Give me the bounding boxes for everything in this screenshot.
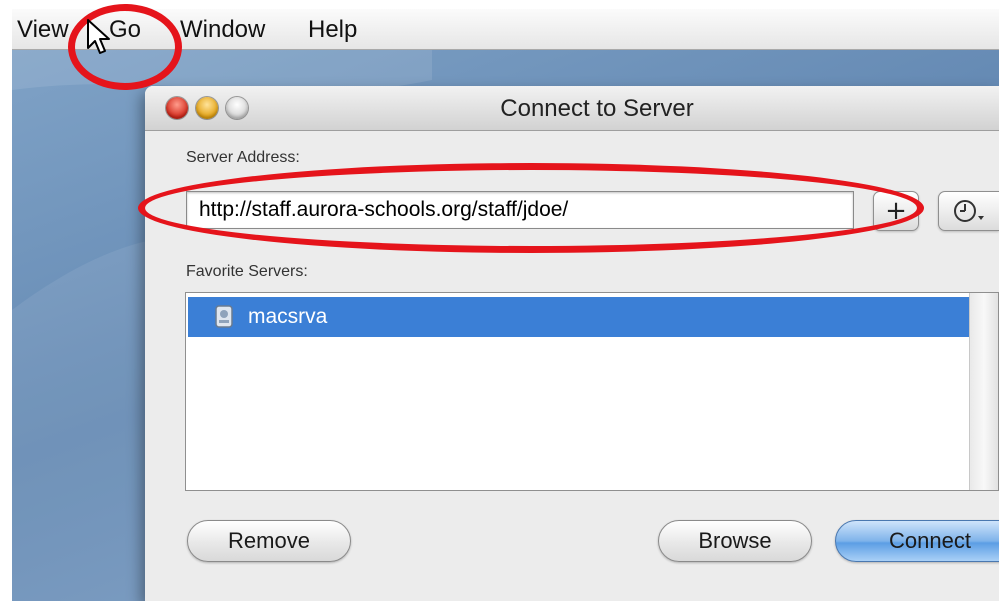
connect-button[interactable]: Connect — [835, 520, 999, 562]
plus-icon: + — [885, 196, 907, 226]
recent-servers-button[interactable] — [938, 191, 999, 231]
menu-go[interactable]: Go — [109, 15, 141, 45]
menu-bar: View Go Window Help — [12, 9, 999, 50]
menu-window[interactable]: Window — [180, 15, 265, 45]
window-title: Connect to Server — [500, 95, 694, 122]
remove-button[interactable]: Remove — [187, 520, 351, 562]
menu-view[interactable]: View — [17, 15, 69, 45]
add-favorite-button[interactable]: + — [873, 191, 919, 231]
favorite-servers-label: Favorite Servers: — [186, 263, 308, 280]
connect-to-server-window: Connect to Server Server Address: + Favo… — [145, 86, 999, 601]
list-item-label: macsrva — [248, 305, 328, 328]
server-address-label: Server Address: — [186, 149, 300, 166]
server-icon — [215, 305, 233, 328]
browse-button[interactable]: Browse — [658, 520, 812, 562]
clock-icon — [954, 200, 984, 222]
favorite-servers-list[interactable]: macsrva — [185, 292, 999, 491]
list-scrollbar[interactable] — [969, 293, 998, 490]
list-item[interactable]: macsrva — [188, 297, 970, 337]
menu-help[interactable]: Help — [308, 15, 357, 45]
window-titlebar[interactable]: Connect to Server — [145, 86, 999, 131]
server-address-input[interactable] — [186, 191, 854, 229]
